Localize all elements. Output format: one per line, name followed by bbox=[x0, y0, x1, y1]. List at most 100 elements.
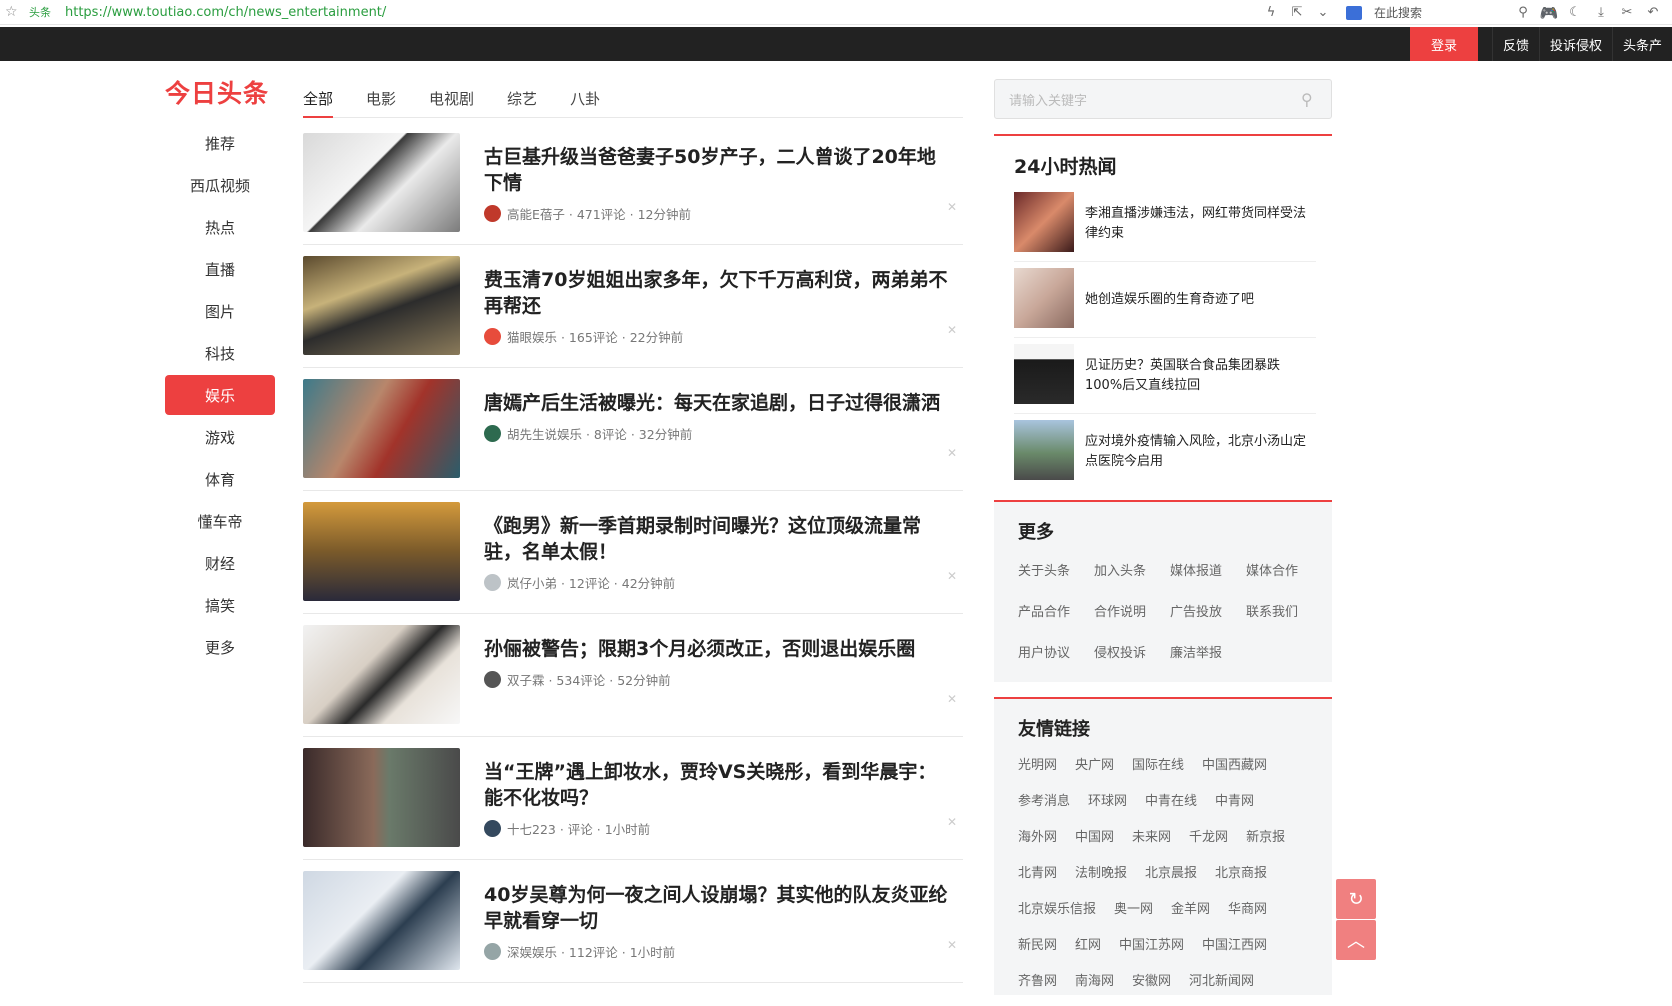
address-bar[interactable]: https://www.toutiao.com/ch/news_entertai… bbox=[65, 5, 386, 20]
undo-icon[interactable]: ↶ bbox=[1640, 5, 1666, 20]
more-link[interactable]: 关于头条 bbox=[1018, 560, 1094, 601]
author-avatar[interactable] bbox=[484, 574, 501, 591]
more-link[interactable]: 媒体合作 bbox=[1246, 560, 1322, 601]
sidebar-item-cars[interactable]: 懂车帝 bbox=[165, 501, 275, 541]
news-thumbnail[interactable] bbox=[303, 625, 460, 724]
friend-link[interactable]: 河北新闻网 bbox=[1189, 970, 1254, 1006]
sidebar-item-xigua[interactable]: 西瓜视频 bbox=[165, 165, 275, 205]
friend-link[interactable]: 华商网 bbox=[1228, 898, 1267, 934]
news-title[interactable]: 《跑男》新一季首期录制时间曝光？这位顶级流量常驻，名单太假！ bbox=[484, 513, 954, 565]
close-icon[interactable]: ✕ bbox=[947, 569, 957, 583]
friend-link[interactable]: 北京商报 bbox=[1215, 862, 1267, 898]
author-avatar[interactable] bbox=[484, 205, 501, 222]
close-icon[interactable]: ✕ bbox=[947, 938, 957, 952]
sidebar-item-finance[interactable]: 财经 bbox=[165, 543, 275, 583]
friend-link[interactable]: 光明网 bbox=[1018, 754, 1057, 790]
news-card[interactable]: 费玉清70岁姐姐出家多年，欠下千万高利贷，两弟弟不再帮还 猫眼娱乐 · 165评… bbox=[303, 245, 963, 368]
friend-link[interactable]: 未来网 bbox=[1132, 826, 1171, 862]
hot-news-item[interactable]: 李湘直播涉嫌违法，网红带货同样受法律约束 bbox=[1014, 186, 1316, 262]
site-search[interactable]: 请输入关键字 ⚲ bbox=[994, 79, 1332, 119]
search-icon[interactable]: ⚲ bbox=[1301, 90, 1331, 109]
close-icon[interactable]: ✕ bbox=[947, 446, 957, 460]
search-icon[interactable]: ⚲ bbox=[1510, 5, 1536, 20]
logo[interactable]: 今日头条 bbox=[165, 74, 275, 110]
news-card[interactable]: 40岁吴尊为何一夜之间人设崩塌？其实他的队友炎亚纶早就看穿一切 深娱娱乐 · 1… bbox=[303, 860, 963, 983]
hot-news-thumbnail[interactable] bbox=[1014, 192, 1074, 252]
sidebar-item-entertainment[interactable]: 娱乐 bbox=[165, 375, 275, 415]
hot-news-text[interactable]: 见证历史？英国联合食品集团暴跌100%后又直线拉回 bbox=[1085, 338, 1313, 414]
more-link[interactable]: 广告投放 bbox=[1170, 601, 1246, 642]
close-icon[interactable]: ✕ bbox=[947, 692, 957, 706]
sidebar-item-sports[interactable]: 体育 bbox=[165, 459, 275, 499]
news-title[interactable]: 唐嫣产后生活被曝光：每天在家追剧，日子过得很潇洒 bbox=[484, 390, 954, 416]
more-link[interactable]: 侵权投诉 bbox=[1094, 642, 1170, 683]
friend-link[interactable]: 新民网 bbox=[1018, 934, 1057, 970]
friend-link[interactable]: 奥一网 bbox=[1114, 898, 1153, 934]
friend-link[interactable]: 法制晚报 bbox=[1075, 862, 1127, 898]
topnav-complaint[interactable]: 投诉侵权 bbox=[1538, 27, 1612, 61]
refresh-button[interactable]: ↻ bbox=[1336, 879, 1376, 919]
news-card[interactable]: 唐嫣产后生活被曝光：每天在家追剧，日子过得很潇洒 胡先生说娱乐 · 8评论 · … bbox=[303, 368, 963, 491]
friend-link[interactable]: 新京报 bbox=[1246, 826, 1285, 862]
sidebar-item-live[interactable]: 直播 bbox=[165, 249, 275, 289]
author-avatar[interactable] bbox=[484, 943, 501, 960]
more-link[interactable]: 产品合作 bbox=[1018, 601, 1094, 642]
friend-link[interactable]: 环球网 bbox=[1088, 790, 1127, 826]
sidebar-item-pictures[interactable]: 图片 bbox=[165, 291, 275, 331]
news-card[interactable]: 孙俪被警告；限期3个月必须改正，否则退出娱乐圈 双子霖 · 534评论 · 52… bbox=[303, 614, 963, 737]
topnav-toutiao[interactable]: 头条产 bbox=[1611, 27, 1672, 61]
more-link[interactable]: 廉洁举报 bbox=[1170, 642, 1246, 683]
author-avatar[interactable] bbox=[484, 328, 501, 345]
news-card[interactable]: 当“王牌”遇上卸妆水，贾玲VS关晓彤，看到华晨宇：能不化妆吗？ 十七223 · … bbox=[303, 737, 963, 860]
more-link[interactable]: 媒体报道 bbox=[1170, 560, 1246, 601]
more-link[interactable]: 加入头条 bbox=[1094, 560, 1170, 601]
friend-link[interactable]: 安徽网 bbox=[1132, 970, 1171, 1006]
news-title[interactable]: 孙俪被警告；限期3个月必须改正，否则退出娱乐圈 bbox=[484, 636, 954, 662]
author-avatar[interactable] bbox=[484, 671, 501, 688]
friend-link[interactable]: 中青在线 bbox=[1145, 790, 1197, 826]
scissors-icon[interactable]: ✂ bbox=[1614, 5, 1640, 20]
topnav-feedback[interactable]: 反馈 bbox=[1491, 27, 1539, 61]
more-link[interactable]: 联系我们 bbox=[1246, 601, 1322, 642]
share-icon[interactable]: ⇱ bbox=[1284, 5, 1310, 20]
friend-link[interactable]: 国际在线 bbox=[1132, 754, 1184, 790]
sidebar-item-recommend[interactable]: 推荐 bbox=[165, 123, 275, 163]
friend-link[interactable]: 海外网 bbox=[1018, 826, 1057, 862]
friend-link[interactable]: 南海网 bbox=[1075, 970, 1114, 1006]
sidebar-item-games[interactable]: 游戏 bbox=[165, 417, 275, 457]
tab-gossip[interactable]: 八卦 bbox=[570, 80, 600, 118]
search-engine-icon[interactable] bbox=[1346, 5, 1362, 20]
hot-news-item[interactable]: 见证历史？英国联合食品集团暴跌100%后又直线拉回 bbox=[1014, 338, 1316, 414]
hot-news-text[interactable]: 她创造娱乐圈的生育奇迹了吧 bbox=[1085, 262, 1313, 338]
friend-link[interactable]: 中国网 bbox=[1075, 826, 1114, 862]
news-title[interactable]: 当“王牌”遇上卸妆水，贾玲VS关晓彤，看到华晨宇：能不化妆吗？ bbox=[484, 759, 954, 811]
moon-icon[interactable]: ☾ bbox=[1562, 5, 1588, 20]
friend-link[interactable]: 金羊网 bbox=[1171, 898, 1210, 934]
news-thumbnail[interactable] bbox=[303, 379, 460, 478]
news-card[interactable]: 古巨基升级当爸爸妻子50岁产子，二人曾谈了20年地下情 高能E蓓子 · 471评… bbox=[303, 122, 963, 245]
friend-link[interactable]: 中国江苏网 bbox=[1119, 934, 1184, 970]
hot-news-text[interactable]: 应对境外疫情输入风险，北京小汤山定点医院今启用 bbox=[1085, 414, 1313, 490]
news-card[interactable]: 《跑男》新一季首期录制时间曝光？这位顶级流量常驻，名单太假！ 岚仔小弟 · 12… bbox=[303, 491, 963, 614]
author-avatar[interactable] bbox=[484, 425, 501, 442]
friend-link[interactable]: 北京晨报 bbox=[1145, 862, 1197, 898]
site-search-input[interactable]: 请输入关键字 bbox=[1009, 90, 1301, 109]
news-title[interactable]: 费玉清70岁姐姐出家多年，欠下千万高利贷，两弟弟不再帮还 bbox=[484, 267, 954, 319]
friend-link[interactable]: 北京娱乐信报 bbox=[1018, 898, 1096, 934]
sidebar-item-hot[interactable]: 热点 bbox=[165, 207, 275, 247]
friend-link[interactable]: 北青网 bbox=[1018, 862, 1057, 898]
friend-link[interactable]: 中国西藏网 bbox=[1202, 754, 1267, 790]
hot-news-thumbnail[interactable] bbox=[1014, 268, 1074, 328]
hot-news-item[interactable]: 她创造娱乐圈的生育奇迹了吧 bbox=[1014, 262, 1316, 338]
news-thumbnail[interactable] bbox=[303, 256, 460, 355]
chevron-down-icon[interactable]: ⌄ bbox=[1310, 5, 1336, 20]
friend-link[interactable]: 中青网 bbox=[1215, 790, 1254, 826]
hot-news-thumbnail[interactable] bbox=[1014, 420, 1074, 480]
more-link[interactable]: 合作说明 bbox=[1094, 601, 1170, 642]
lightning-icon[interactable]: ϟ bbox=[1258, 5, 1284, 20]
sidebar-item-funny[interactable]: 搞笑 bbox=[165, 585, 275, 625]
tab-all[interactable]: 全部 bbox=[303, 80, 334, 118]
news-thumbnail[interactable] bbox=[303, 748, 460, 847]
friend-link[interactable]: 红网 bbox=[1075, 934, 1101, 970]
friend-link[interactable]: 中国江西网 bbox=[1202, 934, 1267, 970]
